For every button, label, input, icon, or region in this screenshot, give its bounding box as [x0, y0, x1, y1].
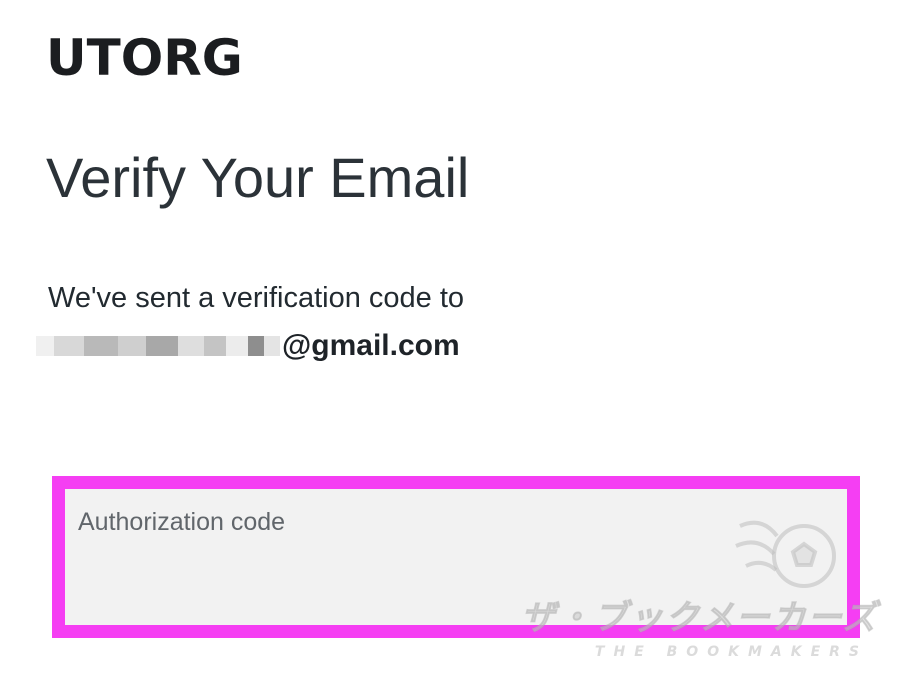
redacted-email-local-part — [36, 322, 280, 370]
verification-message: We've sent a verification code to — [48, 282, 465, 314]
authorization-code-input[interactable] — [65, 489, 847, 625]
page-title: Verify Your Email — [46, 146, 470, 209]
watermark-subtitle: THE BOOKMAKERS — [594, 644, 868, 660]
email-domain: @gmail.com — [282, 329, 460, 362]
authorization-code-field[interactable]: Authorization code — [52, 476, 860, 638]
brand-logo: UTORG — [46, 29, 243, 87]
recipient-email: @gmail.com — [36, 322, 460, 370]
